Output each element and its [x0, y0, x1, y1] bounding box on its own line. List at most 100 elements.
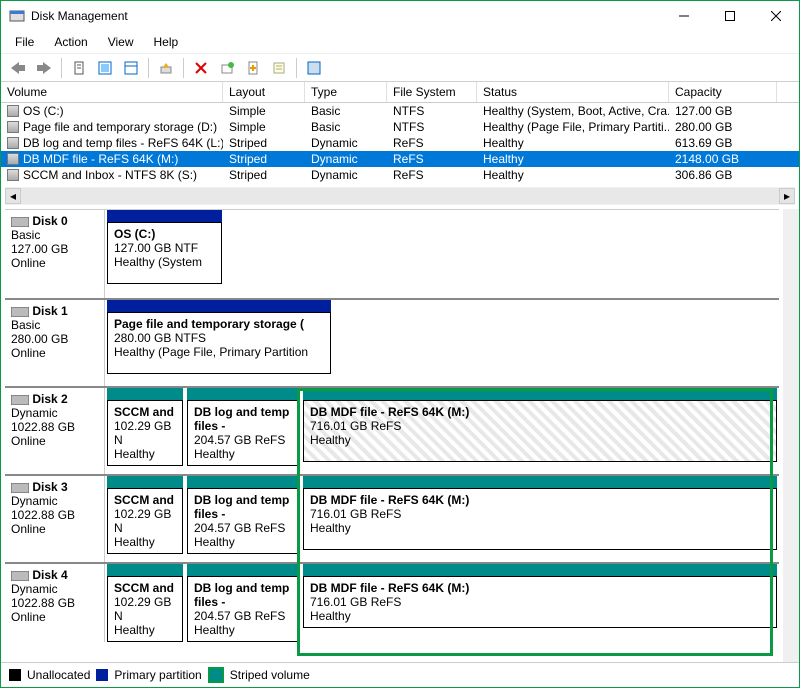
close-button[interactable] [753, 1, 799, 31]
col-capacity[interactable]: Capacity [669, 82, 777, 102]
menu-action[interactable]: Action [44, 33, 97, 51]
disk-type: Basic [11, 228, 40, 242]
drive-icon [7, 137, 19, 149]
disk-row: Disk 3 Dynamic 1022.88 GB Online SCCM an… [5, 474, 779, 562]
horizontal-scrollbar[interactable]: ◂ ▸ [5, 187, 795, 205]
volume-name: DB MDF file - ReFS 64K (M:) [23, 152, 178, 166]
disk-icon [11, 483, 29, 493]
disk-size: 1022.88 GB [11, 508, 75, 522]
disk-info[interactable]: Disk 2 Dynamic 1022.88 GB Online [5, 388, 105, 474]
partition[interactable]: SCCM and102.29 GB NHealthy [107, 476, 183, 562]
partition-title: SCCM and [114, 493, 176, 507]
disk-info[interactable]: Disk 4 Dynamic 1022.88 GB Online [5, 564, 105, 642]
volume-status: Healthy [477, 167, 669, 183]
partition[interactable]: Page file and temporary storage ( 280.00… [107, 300, 331, 386]
scroll-right-icon[interactable]: ▸ [779, 188, 795, 204]
partition-color-bar [107, 564, 183, 576]
disk-info[interactable]: Disk 0 Basic 127.00 GB Online [5, 210, 105, 298]
col-volume[interactable]: Volume [1, 82, 223, 102]
partition[interactable]: DB MDF file - ReFS 64K (M:)716.01 GB ReF… [303, 476, 777, 562]
partition-size: 716.01 GB ReFS [310, 595, 770, 609]
disk-type: Dynamic [11, 494, 58, 508]
disk-type: Dynamic [11, 582, 58, 596]
partition[interactable]: SCCM and102.29 GB NHealthy [107, 564, 183, 642]
volume-row[interactable]: SCCM and Inbox - NTFS 8K (S:) Striped Dy… [1, 167, 799, 183]
toolbar-divider [183, 58, 184, 78]
partition[interactable]: DB log and temp files -204.57 GB ReFSHea… [187, 388, 299, 474]
partition-size: 102.29 GB N [114, 507, 176, 535]
partition[interactable]: DB log and temp files -204.57 GB ReFSHea… [187, 476, 299, 562]
minimize-button[interactable] [661, 1, 707, 31]
partition-status: Healthy (System [114, 255, 215, 269]
show-settings-icon[interactable] [68, 57, 90, 79]
disk-info[interactable]: Disk 3 Dynamic 1022.88 GB Online [5, 476, 105, 562]
volume-status: Healthy (System, Boot, Active, Cra... [477, 103, 669, 119]
window-title: Disk Management [31, 9, 661, 23]
disk-size: 1022.88 GB [11, 420, 75, 434]
delete-icon[interactable] [190, 57, 212, 79]
help-icon[interactable] [303, 57, 325, 79]
toolbar-icon-6[interactable] [242, 57, 264, 79]
partition-size: 102.29 GB N [114, 595, 176, 623]
partition-size: 204.57 GB ReFS [194, 609, 292, 623]
volume-status: Healthy [477, 151, 669, 167]
partition-color-bar [303, 564, 777, 576]
legend-primary: Primary partition [114, 668, 201, 682]
properties-icon[interactable] [268, 57, 290, 79]
toolbar-icon-3[interactable] [120, 57, 142, 79]
partition-size: 716.01 GB ReFS [310, 507, 770, 521]
partition-title: Page file and temporary storage ( [114, 317, 324, 331]
col-type[interactable]: Type [305, 82, 387, 102]
volume-layout: Striped [223, 151, 305, 167]
partition-size: 204.57 GB ReFS [194, 433, 292, 447]
partition[interactable]: SCCM and102.29 GB NHealthy [107, 388, 183, 474]
titlebar[interactable]: Disk Management [1, 1, 799, 31]
partition-status: Healthy (Page File, Primary Partition [114, 345, 324, 359]
app-icon [9, 8, 25, 24]
partition-status: Healthy [310, 521, 770, 535]
partition-color-bar [107, 388, 183, 400]
volume-layout: Simple [223, 103, 305, 119]
volume-row[interactable]: DB log and temp files - ReFS 64K (L:) St… [1, 135, 799, 151]
volume-row-selected[interactable]: DB MDF file - ReFS 64K (M:) Striped Dyna… [1, 151, 799, 167]
forward-button[interactable] [33, 57, 55, 79]
partition[interactable]: DB log and temp files -204.57 GB ReFSHea… [187, 564, 299, 642]
menu-help[interactable]: Help [144, 33, 189, 51]
disk-name: Disk 2 [32, 392, 67, 406]
partition-selected[interactable]: DB MDF file - ReFS 64K (M:)716.01 GB ReF… [303, 388, 777, 474]
volume-capacity: 2148.00 GB [669, 151, 777, 167]
partition-status: Healthy [194, 623, 292, 637]
partition-color-bar [187, 564, 299, 576]
volume-row[interactable]: OS (C:) Simple Basic NTFS Healthy (Syste… [1, 103, 799, 119]
menu-view[interactable]: View [98, 33, 144, 51]
refresh-icon[interactable] [94, 57, 116, 79]
partition-title: DB MDF file - ReFS 64K (M:) [310, 581, 770, 595]
partition[interactable]: OS (C:) 127.00 GB NTF Healthy (System [107, 210, 222, 298]
legend-swatch-striped [208, 667, 224, 683]
volume-capacity: 127.00 GB [669, 103, 777, 119]
volume-type: Basic [305, 103, 387, 119]
partition-status: Healthy [310, 609, 770, 623]
partition[interactable]: DB MDF file - ReFS 64K (M:)716.01 GB ReF… [303, 564, 777, 642]
col-status[interactable]: Status [477, 82, 669, 102]
volume-header: Volume Layout Type File System Status Ca… [1, 82, 799, 103]
vertical-scrollbar[interactable] [783, 209, 799, 662]
disk-icon [11, 571, 29, 581]
disk-state: Online [11, 256, 46, 270]
scroll-left-icon[interactable]: ◂ [5, 188, 21, 204]
toolbar-icon-5[interactable] [216, 57, 238, 79]
menubar: File Action View Help [1, 31, 799, 54]
volume-row[interactable]: Page file and temporary storage (D:) Sim… [1, 119, 799, 135]
disk-info[interactable]: Disk 1 Basic 280.00 GB Online [5, 300, 105, 386]
col-layout[interactable]: Layout [223, 82, 305, 102]
toolbar-icon-4[interactable] [155, 57, 177, 79]
disk-row: Disk 1 Basic 280.00 GB Online Page file … [5, 298, 779, 386]
maximize-button[interactable] [707, 1, 753, 31]
back-button[interactable] [7, 57, 29, 79]
legend-swatch-unallocated [9, 669, 21, 681]
volume-name: SCCM and Inbox - NTFS 8K (S:) [23, 168, 197, 182]
scroll-track[interactable] [21, 188, 779, 204]
col-fs[interactable]: File System [387, 82, 477, 102]
menu-file[interactable]: File [5, 33, 44, 51]
disk-size: 1022.88 GB [11, 596, 75, 610]
